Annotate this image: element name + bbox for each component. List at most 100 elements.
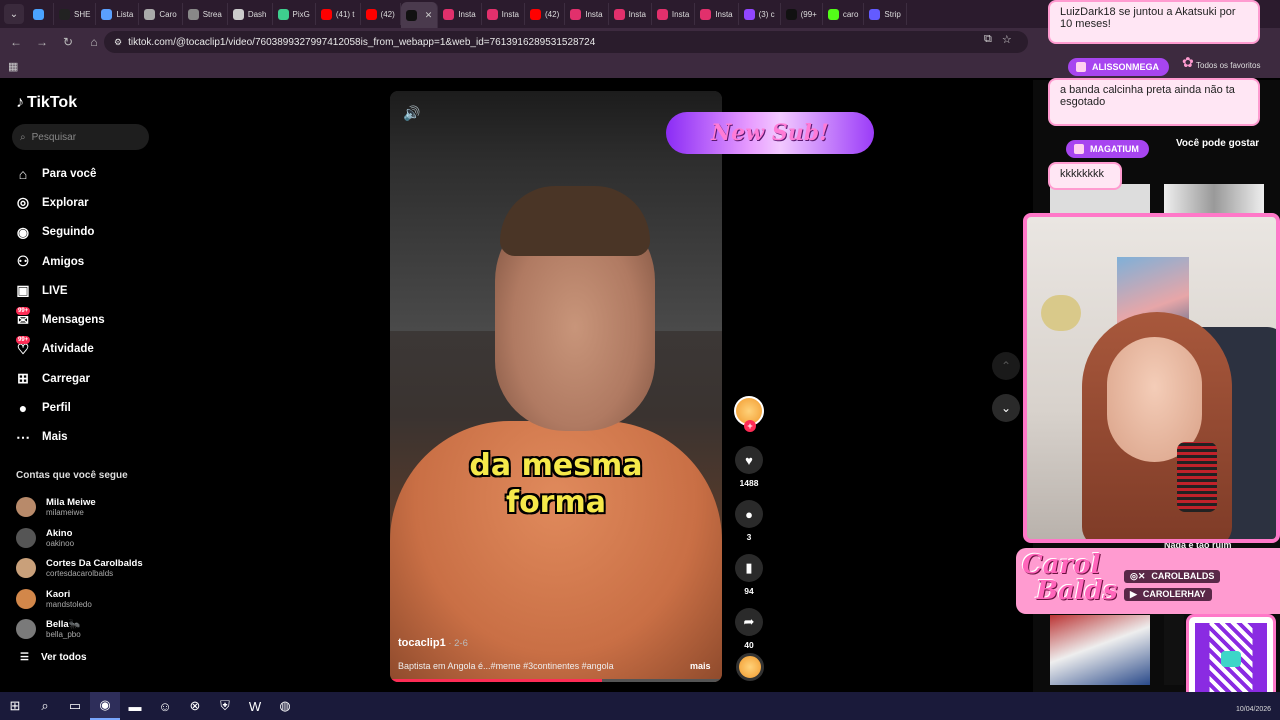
browser-tab[interactable]: Insta bbox=[609, 3, 652, 25]
search-input[interactable]: ⌕ Pesquisar bbox=[12, 124, 149, 150]
author-name[interactable]: tocaclip1 bbox=[398, 637, 446, 649]
sidebar-item-amigos[interactable]: ⚇ Amigos bbox=[14, 247, 105, 276]
sidebar-item-carregar[interactable]: ⊞ Carregar bbox=[14, 364, 105, 393]
music-disc-icon[interactable] bbox=[736, 653, 764, 681]
windows-start-icon[interactable]: ⊞ bbox=[0, 692, 30, 720]
install-icon[interactable]: ⧉ bbox=[984, 33, 992, 46]
browser-tab[interactable]: (42) bbox=[361, 3, 401, 25]
all-bookmarks-folder[interactable]: Todos os favoritos bbox=[1196, 61, 1260, 70]
sidebar-item-perfil[interactable]: ● Perfil bbox=[14, 393, 105, 422]
followed-account[interactable]: Cortes Da Carolbalds cortesdacarolbalds bbox=[16, 553, 143, 584]
follow-plus-icon[interactable]: + bbox=[744, 420, 756, 432]
bookmark-star-icon[interactable]: ☆ bbox=[1002, 33, 1012, 46]
discord-icon[interactable]: ☺ bbox=[150, 692, 180, 720]
comment-action[interactable]: ● 3 bbox=[734, 500, 764, 546]
like-action[interactable]: ♥ 1488 bbox=[734, 446, 764, 492]
tab-label: (99+ bbox=[800, 9, 817, 19]
save-action[interactable]: ▮ 94 bbox=[734, 554, 764, 600]
see-all-link[interactable]: ☰ Ver todos bbox=[20, 652, 87, 663]
tab-favicon-icon bbox=[530, 8, 541, 20]
task-view-icon[interactable]: ▭ bbox=[60, 692, 90, 720]
browser-tab[interactable]: Insta bbox=[482, 3, 525, 25]
new-sub-alert: New Sub! bbox=[666, 112, 874, 154]
file-explorer-icon[interactable]: ▬ bbox=[120, 692, 150, 720]
browser-tab[interactable]: Caro bbox=[139, 3, 183, 25]
sidebar-item-explorar[interactable]: ◎ Explorar bbox=[14, 188, 105, 217]
browser-tab[interactable]: (99+ bbox=[781, 3, 823, 25]
followed-account[interactable]: Akino oakinoo bbox=[16, 523, 143, 554]
sidebar-item-seguindo[interactable]: ◉ Seguindo bbox=[14, 218, 105, 247]
browser-tab[interactable]: PixG bbox=[273, 3, 316, 25]
description-more-link[interactable]: mais bbox=[690, 661, 711, 671]
volume-icon[interactable]: 🔊 bbox=[403, 105, 420, 122]
webcam-overlay bbox=[1023, 213, 1280, 543]
followed-account[interactable]: Kaori mandstoledo bbox=[16, 584, 143, 615]
sidebar-item-mais[interactable]: ⋯ Mais bbox=[14, 423, 105, 452]
comment-icon[interactable]: ● bbox=[735, 500, 763, 528]
browser-tab[interactable]: Insta bbox=[438, 3, 482, 25]
video-actions: + ♥ 1488 ● 3 ▮ 94 ➦ 40 bbox=[734, 396, 764, 654]
followed-account[interactable]: Bella🐜 bella_pbo bbox=[16, 614, 143, 645]
tab-favicon-icon bbox=[187, 8, 199, 20]
site-info-icon[interactable]: ⚙ bbox=[114, 37, 122, 48]
forward-icon[interactable]: → bbox=[32, 32, 52, 52]
browser-tab[interactable]: Lista bbox=[96, 3, 140, 25]
tab-favicon-icon bbox=[743, 8, 755, 20]
next-video-button[interactable]: ⌄ bbox=[992, 394, 1020, 422]
browser-tab[interactable]: caro bbox=[823, 3, 865, 25]
browser-tab[interactable]: Strip bbox=[864, 3, 907, 25]
address-bar[interactable]: ⚙ tiktok.com/@tocaclip1/video/7603899327… bbox=[104, 31, 1028, 53]
obs-icon[interactable]: ◍ bbox=[270, 692, 300, 720]
browser-tab[interactable]: SHE bbox=[54, 3, 97, 25]
browser-tab[interactable] bbox=[28, 3, 54, 25]
sidebar-item-para-você[interactable]: ⌂ Para você bbox=[14, 159, 105, 188]
back-icon[interactable]: ← bbox=[6, 32, 26, 52]
chat-username-badge: MAGATIUM bbox=[1066, 140, 1149, 158]
security-icon[interactable]: ⛨ bbox=[210, 692, 240, 720]
browser-tab[interactable]: Insta bbox=[652, 3, 696, 25]
browser-tab[interactable]: Insta bbox=[565, 3, 609, 25]
share-action[interactable]: ➦ 40 bbox=[734, 608, 764, 654]
tab-list: SHE Lista Caro Strea Dash PixG (41) t (42) ✕ Inst… bbox=[28, 0, 907, 28]
share-icon[interactable]: ➦ bbox=[735, 608, 763, 636]
tab-favicon-icon bbox=[101, 8, 113, 20]
browser-tab[interactable]: (42) bbox=[525, 3, 566, 25]
creator-avatar-action[interactable]: + bbox=[734, 396, 764, 436]
suggestion-thumbnail[interactable] bbox=[1164, 615, 1184, 685]
sidebar-item-live[interactable]: ▣ LIVE bbox=[14, 276, 105, 305]
sidebar-item-mensagens[interactable]: ✉ 99+ Mensagens bbox=[14, 305, 105, 334]
avatar bbox=[16, 558, 36, 579]
search-icon[interactable]: ⌕ bbox=[30, 692, 60, 720]
browser-tab[interactable]: Insta bbox=[695, 3, 739, 25]
browser-tab[interactable]: ✕ bbox=[400, 2, 439, 28]
chrome-icon[interactable]: ◉ bbox=[90, 692, 120, 720]
followed-account[interactable]: Mila Meiwe milameiwe bbox=[16, 492, 143, 523]
video-progress-bar[interactable] bbox=[390, 679, 722, 682]
creator-avatar[interactable]: + bbox=[734, 396, 764, 432]
bookmark-icon[interactable]: ▮ bbox=[735, 554, 763, 582]
like-count: 1488 bbox=[739, 478, 759, 488]
word-icon[interactable]: W bbox=[240, 692, 270, 720]
tab-favicon-icon bbox=[320, 8, 332, 20]
account-name: Kaori bbox=[46, 588, 71, 600]
tab-search-icon[interactable]: ⌄ bbox=[4, 4, 24, 24]
video-player[interactable]: 🔊 da mesma forma tocaclip1 · 2-6 Baptist… bbox=[390, 91, 722, 682]
tab-label: (42) bbox=[380, 9, 395, 19]
apps-grid-icon[interactable]: ▦ bbox=[8, 60, 18, 73]
tab-label: Insta bbox=[585, 9, 603, 19]
browser-tab[interactable]: (41) t bbox=[316, 3, 361, 25]
sidebar-item-atividade[interactable]: ♡ 99+ Atividade bbox=[14, 335, 105, 364]
browser-tab[interactable]: (3) c bbox=[739, 3, 781, 25]
browser-tab[interactable]: Dash bbox=[228, 3, 273, 25]
heart-icon[interactable]: ♥ bbox=[735, 446, 763, 474]
browser-tab[interactable]: Strea bbox=[183, 3, 228, 25]
video-author[interactable]: tocaclip1 · 2-6 bbox=[398, 637, 468, 649]
suggestion-thumbnail[interactable] bbox=[1164, 184, 1264, 214]
xbox-icon[interactable]: ⊗ bbox=[180, 692, 210, 720]
home-icon[interactable]: ⌂ bbox=[84, 32, 104, 52]
tiktok-logo[interactable]: ♪ TikTok bbox=[16, 94, 77, 112]
reload-icon[interactable]: ↻ bbox=[58, 32, 78, 52]
tab-close-icon[interactable]: ✕ bbox=[425, 10, 433, 21]
previous-video-button[interactable]: ⌃ bbox=[992, 352, 1020, 380]
suggestion-thumbnail[interactable] bbox=[1050, 615, 1150, 685]
